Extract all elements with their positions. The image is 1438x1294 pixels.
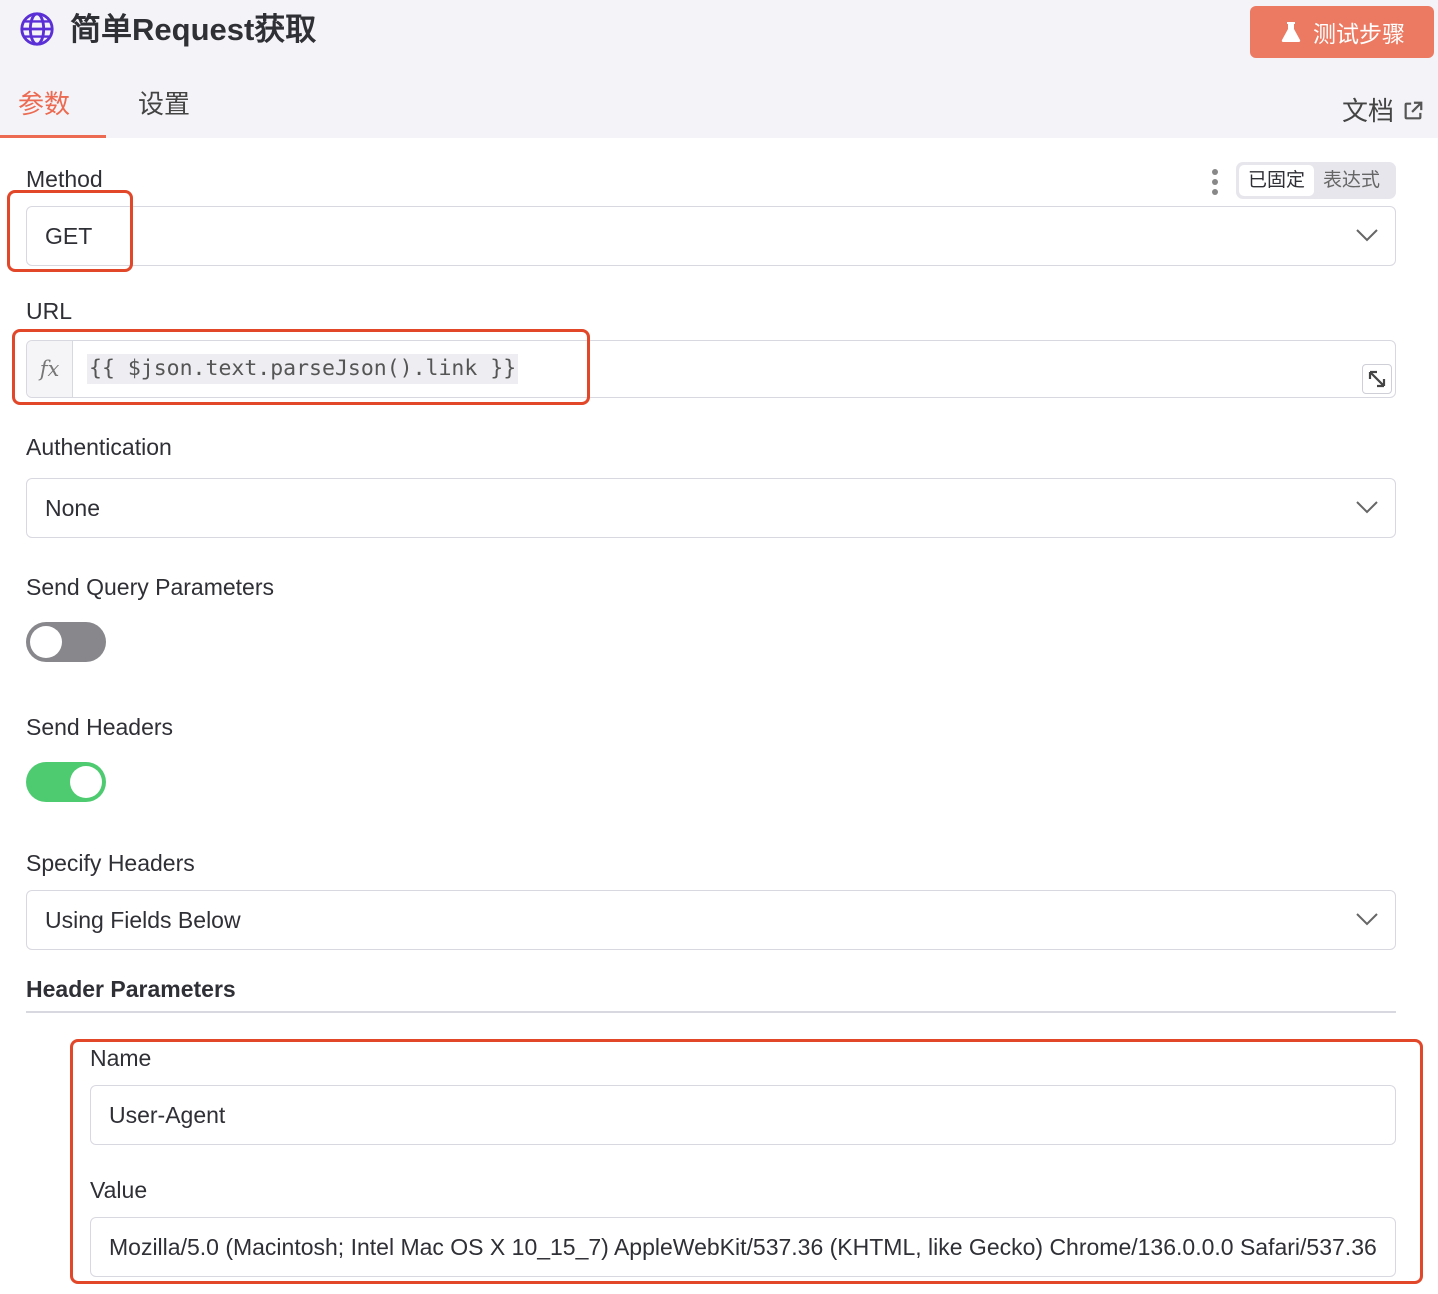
test-step-button[interactable]: 测试步骤 bbox=[1250, 6, 1434, 58]
fx-badge: fx bbox=[27, 341, 73, 397]
method-select[interactable]: GET bbox=[26, 206, 1396, 266]
parameter-mode-toggle: 已固定 表达式 bbox=[1236, 162, 1396, 199]
flask-icon bbox=[1281, 22, 1301, 42]
specify-headers-select[interactable]: Using Fields Below bbox=[26, 890, 1396, 950]
test-step-label: 测试步骤 bbox=[1313, 21, 1405, 47]
mode-expression-button[interactable]: 表达式 bbox=[1314, 165, 1389, 196]
send-headers-toggle[interactable] bbox=[26, 762, 106, 802]
chevron-down-icon bbox=[1356, 501, 1378, 514]
header-name-input[interactable]: User-Agent bbox=[90, 1085, 1396, 1145]
section-divider bbox=[26, 1011, 1396, 1013]
toggle-knob bbox=[70, 766, 102, 798]
authentication-value: None bbox=[45, 495, 100, 521]
header-parameters-title: Header Parameters bbox=[26, 976, 236, 1002]
tab-params[interactable]: 参数 bbox=[0, 84, 106, 138]
send-query-label: Send Query Parameters bbox=[26, 574, 275, 600]
specify-headers-value: Using Fields Below bbox=[45, 907, 241, 933]
specify-headers-label: Specify Headers bbox=[26, 850, 195, 876]
method-label: Method bbox=[26, 166, 103, 192]
authentication-label: Authentication bbox=[26, 434, 172, 460]
chevron-down-icon bbox=[1356, 913, 1378, 926]
tab-settings[interactable]: 设置 bbox=[138, 84, 190, 138]
tab-docs[interactable]: 文档 bbox=[1342, 84, 1424, 138]
external-link-icon bbox=[1404, 101, 1423, 120]
url-expression[interactable]: {{ $json.text.parseJson().link }} bbox=[87, 354, 519, 384]
toggle-knob bbox=[30, 626, 62, 658]
header-name-label: Name bbox=[90, 1045, 152, 1071]
expand-icon bbox=[1368, 370, 1386, 388]
chevron-down-icon bbox=[1356, 229, 1378, 242]
send-headers-label: Send Headers bbox=[26, 714, 174, 740]
globe-icon bbox=[20, 12, 54, 46]
mode-fixed-button[interactable]: 已固定 bbox=[1239, 165, 1315, 196]
header-value-value: Mozilla/5.0 (Macintosh; Intel Mac OS X 1… bbox=[109, 1234, 1377, 1260]
authentication-select[interactable]: None bbox=[26, 478, 1396, 538]
docs-label: 文档 bbox=[1341, 96, 1394, 126]
header-value-input[interactable]: Mozilla/5.0 (Macintosh; Intel Mac OS X 1… bbox=[90, 1217, 1396, 1277]
node-header: 简单Request获取 测试步骤 参数 设置 文档 bbox=[0, 0, 1438, 138]
node-title[interactable]: 简单Request获取 bbox=[70, 10, 316, 50]
send-query-toggle[interactable] bbox=[26, 622, 106, 662]
more-options-icon[interactable] bbox=[1208, 168, 1222, 196]
url-expression-field[interactable]: fx {{ $json.text.parseJson().link }} bbox=[26, 340, 1396, 398]
expand-editor-button[interactable] bbox=[1362, 364, 1392, 394]
header-value-label: Value bbox=[90, 1177, 148, 1203]
header-name-value: User-Agent bbox=[109, 1102, 226, 1128]
url-label: URL bbox=[26, 298, 73, 324]
method-value: GET bbox=[45, 223, 93, 249]
